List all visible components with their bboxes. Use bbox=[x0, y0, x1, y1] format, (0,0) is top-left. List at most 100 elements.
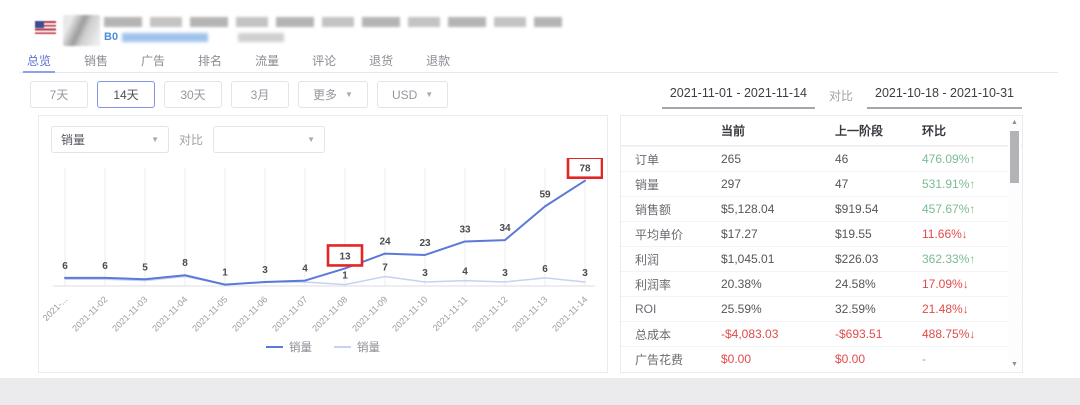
table-row-平均单价: 平均单价 $17.27 $19.55 11.66%↓ bbox=[621, 221, 1022, 246]
compare-select[interactable]: ▼ bbox=[213, 126, 326, 153]
asin-row: B0 bbox=[104, 31, 285, 43]
table-row-ROI: ROI 25.59% 32.59% 21.48%↓ bbox=[621, 296, 1022, 321]
metric-change: 11.66%↓ bbox=[922, 227, 968, 241]
more-dropdown[interactable]: 更多 ▼ bbox=[298, 81, 368, 108]
asin-link[interactable]: B0 bbox=[104, 31, 118, 43]
svg-text:6: 6 bbox=[102, 261, 108, 272]
range-button-14天[interactable]: 14天 bbox=[97, 81, 155, 108]
chart-legend: 销量 销量 bbox=[39, 339, 607, 355]
svg-text:2021-11-04: 2021-11-04 bbox=[150, 294, 189, 333]
compare-label: 对比 bbox=[828, 89, 853, 103]
legend-item-0[interactable]: 销量 bbox=[266, 339, 312, 355]
svg-text:2021-11-05: 2021-11-05 bbox=[190, 294, 229, 333]
metric-change: 488.75%↓ bbox=[922, 327, 976, 341]
metric-previous: $226.03 bbox=[835, 252, 879, 266]
metric-current: 20.38% bbox=[721, 277, 762, 291]
svg-text:4: 4 bbox=[462, 267, 468, 278]
chevron-down-icon: ▼ bbox=[151, 135, 159, 144]
range-button-3月[interactable]: 3月 bbox=[231, 81, 289, 108]
svg-text:2021-...: 2021-... bbox=[43, 294, 69, 323]
tab-总览[interactable]: 总览 bbox=[22, 52, 56, 73]
sales-line-chart[interactable]: 17 3 4 3 6 36 6 5 81 3 41324 2333 3459782021-... 2021… bbox=[43, 158, 603, 336]
metric-previous: 46 bbox=[835, 152, 849, 166]
metric-change: 531.91%↑ bbox=[922, 177, 976, 191]
svg-text:2021-11-09: 2021-11-09 bbox=[350, 294, 389, 333]
metric-current: 265 bbox=[721, 152, 742, 166]
range-button-7天[interactable]: 7天 bbox=[30, 81, 88, 108]
scroll-down-icon[interactable]: ▼ bbox=[1008, 359, 1021, 371]
svg-text:23: 23 bbox=[419, 238, 431, 249]
svg-text:3: 3 bbox=[262, 265, 268, 276]
legend-item-1[interactable]: 销量 bbox=[334, 339, 380, 355]
chevron-down-icon: ▼ bbox=[307, 135, 316, 144]
metric-previous: -$693.51 bbox=[835, 327, 883, 341]
metric-label: 销量 bbox=[635, 177, 660, 192]
metric-previous: $0.00 bbox=[835, 352, 866, 366]
metric-change: - bbox=[922, 352, 926, 366]
metric-previous: 24.58% bbox=[835, 277, 876, 291]
svg-text:13: 13 bbox=[339, 251, 351, 262]
metric-label: 销售额 bbox=[635, 202, 672, 217]
metric-label: 总成本 bbox=[635, 327, 672, 342]
tab-流量[interactable]: 流量 bbox=[255, 52, 279, 72]
metric-current: 25.59% bbox=[721, 302, 762, 316]
tab-退款[interactable]: 退款 bbox=[426, 52, 450, 72]
table-row-广告花费: 广告花费 $0.00 $0.00 - bbox=[621, 346, 1022, 371]
metrics-table-panel: 当前 上一阶段 环比 订单 265 46 476.09%↑ 销量 297 47 531.91%↑ 销售… bbox=[620, 115, 1023, 373]
metric-change: 476.09%↑ bbox=[922, 152, 976, 166]
scrollbar-thumb[interactable] bbox=[1010, 131, 1019, 183]
svg-text:1: 1 bbox=[342, 271, 348, 282]
metric-label: 平均单价 bbox=[635, 227, 684, 242]
metric-current: $1,045.01 bbox=[721, 252, 775, 266]
scroll-up-icon[interactable]: ▲ bbox=[1008, 117, 1021, 129]
table-row-利润率: 利润率 20.38% 24.58% 17.09%↓ bbox=[621, 271, 1022, 296]
table-scrollbar[interactable]: ▲ ▼ bbox=[1008, 117, 1021, 371]
svg-text:2021-11-03: 2021-11-03 bbox=[110, 294, 149, 333]
column-header: 环比 bbox=[922, 124, 947, 138]
svg-text:34: 34 bbox=[499, 223, 511, 234]
tab-销售[interactable]: 销售 bbox=[84, 52, 108, 72]
tab-广告[interactable]: 广告 bbox=[141, 52, 165, 72]
svg-text:2021-11-14: 2021-11-14 bbox=[550, 294, 589, 333]
column-header: 当前 bbox=[721, 124, 746, 138]
svg-text:2021-11-02: 2021-11-02 bbox=[70, 294, 109, 333]
previous-date-range[interactable]: 2021-10-18 - 2021-10-31 bbox=[867, 86, 1022, 109]
metric-previous: $19.55 bbox=[835, 227, 872, 241]
metric-label: 利润率 bbox=[635, 277, 672, 292]
svg-text:1: 1 bbox=[222, 268, 228, 279]
svg-text:8: 8 bbox=[182, 258, 188, 269]
svg-text:2021-11-08: 2021-11-08 bbox=[310, 294, 349, 333]
page-footer-strip bbox=[0, 378, 1080, 405]
date-range-pickers: 2021-11-01 - 2021-11-14 对比 2021-10-18 - … bbox=[661, 86, 1022, 109]
tab-退货[interactable]: 退货 bbox=[369, 52, 393, 72]
svg-text:7: 7 bbox=[382, 263, 388, 274]
chart-compare-label: 对比 bbox=[179, 133, 204, 147]
svg-text:24: 24 bbox=[379, 237, 391, 248]
metric-current: $5,128.04 bbox=[721, 202, 775, 216]
tab-bar: 总览 销售 广告 排名 流量 评论 退货 退款 bbox=[20, 52, 1058, 73]
svg-text:2021-11-13: 2021-11-13 bbox=[510, 294, 549, 333]
svg-text:3: 3 bbox=[422, 268, 428, 279]
legend-line-icon bbox=[334, 345, 351, 349]
redacted-asin bbox=[122, 32, 209, 42]
tab-评论[interactable]: 评论 bbox=[312, 52, 336, 72]
svg-text:2021-11-07: 2021-11-07 bbox=[270, 294, 309, 333]
table-row-总成本: 总成本 -$4,083.03 -$693.51 488.75%↓ bbox=[621, 321, 1022, 346]
column-header: 上一阶段 bbox=[835, 124, 884, 138]
table-row-订单: 订单 265 46 476.09%↑ bbox=[621, 146, 1022, 171]
current-date-range[interactable]: 2021-11-01 - 2021-11-14 bbox=[661, 86, 815, 109]
metric-select[interactable]: 销量 ▼ bbox=[51, 126, 169, 153]
svg-text:4: 4 bbox=[302, 264, 308, 275]
table-row-销售额: 销售额 $5,128.04 $919.54 457.67%↑ bbox=[621, 196, 1022, 221]
redacted-meta bbox=[238, 32, 285, 42]
metric-change: 457.67%↑ bbox=[922, 202, 976, 216]
chevron-down-icon: ▼ bbox=[345, 90, 353, 99]
tab-排名[interactable]: 排名 bbox=[198, 52, 222, 72]
redacted-product-title bbox=[104, 17, 562, 27]
metric-change: 17.09%↓ bbox=[922, 277, 969, 291]
range-button-30天[interactable]: 30天 bbox=[164, 81, 222, 108]
svg-text:78: 78 bbox=[579, 164, 591, 175]
svg-text:2021-11-10: 2021-11-10 bbox=[390, 294, 429, 333]
currency-dropdown[interactable]: USD ▼ bbox=[376, 81, 449, 108]
dashboard: B0 总览 销售 广告 排名 流量 评论 退货 退款 7天 14天 30天 3月 更多 ▼ USD ▼ 20… bbox=[0, 0, 1080, 405]
